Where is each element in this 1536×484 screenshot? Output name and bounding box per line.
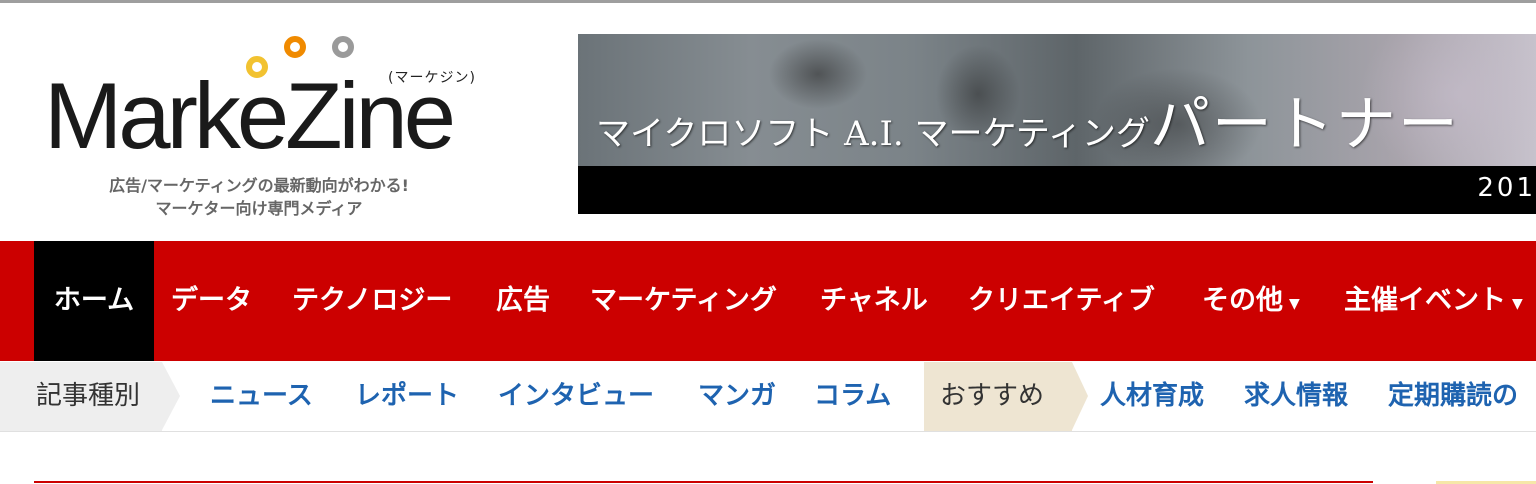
subnav-link-manga[interactable]: マンガ (698, 362, 776, 431)
banner-headline-small: マイクロソフト A.I. マーケティング (596, 114, 1150, 154)
main-nav: ホーム データ テクノロジー 広告 マーケティング チャネル クリエイティブ そ… (0, 241, 1536, 361)
subnav-link-job-listings[interactable]: 求人情報 (1244, 362, 1348, 431)
nav-item-creative[interactable]: クリエイティブ (968, 241, 1155, 361)
caret-down-icon: ▼ (1512, 295, 1523, 312)
logo-tagline-line2: マーケター向け専門メディア (155, 199, 363, 218)
recommend-label-text: おすすめ (940, 381, 1045, 411)
caret-down-icon: ▼ (1289, 295, 1300, 312)
article-type-label: 記事種別 (0, 362, 162, 431)
logo-reading: (マーケジン) (388, 70, 476, 86)
content-top-rule (34, 481, 1373, 483)
nav-item-label: データ (171, 285, 252, 316)
subnav-link-news[interactable]: ニュース (210, 362, 313, 431)
subnav-link-column[interactable]: コラム (814, 362, 891, 431)
nav-item-label: 主催イベント (1344, 285, 1506, 316)
logo-tagline-line1: 広告/マーケティングの最新動向がわかる! (109, 176, 409, 195)
nav-item-label: ホーム (53, 285, 135, 316)
banner-year: 201 (1477, 173, 1536, 203)
logo-tagline: 広告/マーケティングの最新動向がわかる! マーケター向け専門メディア (52, 174, 466, 220)
nav-item-events[interactable]: 主催イベント ▼ (1344, 241, 1523, 361)
nav-item-label: テクノロジー (292, 285, 453, 316)
nav-item-label: 広告 (496, 285, 550, 316)
recommend-arrow (1072, 362, 1088, 430)
subnav-link-subscription[interactable]: 定期購読の (1388, 362, 1518, 431)
subnav-link-interview[interactable]: インタビュー (498, 362, 654, 431)
subnav-link-report[interactable]: レポート (355, 362, 459, 431)
article-type-label-text: 記事種別 (36, 381, 141, 411)
banner-headline: マイクロソフト A.I. マーケティングパートナー (596, 76, 1460, 163)
nav-item-label: マーケティング (590, 285, 777, 316)
nav-item-other[interactable]: その他 ▼ (1202, 241, 1300, 361)
sub-nav: 記事種別 ニュース レポート インタビュー マンガ コラム おすすめ 人材育成 … (0, 362, 1536, 432)
nav-item-data[interactable]: データ (171, 241, 252, 361)
subnav-link-talent-development[interactable]: 人材育成 (1100, 362, 1204, 431)
nav-item-label: クリエイティブ (968, 285, 1155, 316)
recommend-label: おすすめ (924, 362, 1072, 431)
nav-item-technology[interactable]: テクノロジー (292, 241, 452, 361)
nav-item-home[interactable]: ホーム (34, 241, 154, 361)
nav-item-label: その他 (1202, 285, 1283, 316)
nav-item-channel[interactable]: チャネル (820, 241, 928, 361)
nav-item-label: チャネル (820, 285, 928, 316)
article-type-arrow (162, 362, 180, 430)
nav-item-marketing[interactable]: マーケティング (590, 241, 777, 361)
nav-item-advertising[interactable]: 広告 (496, 241, 550, 361)
markezine-logo[interactable]: MarkeZine (マーケジン) 広告/マーケティングの最新動向がわかる! マ… (0, 3, 560, 240)
banner-black-bar (578, 166, 1536, 214)
banner-headline-large: パートナー (1149, 90, 1460, 160)
header-banner-ad[interactable]: マイクロソフト A.I. マーケティングパートナー 201 (578, 34, 1536, 214)
